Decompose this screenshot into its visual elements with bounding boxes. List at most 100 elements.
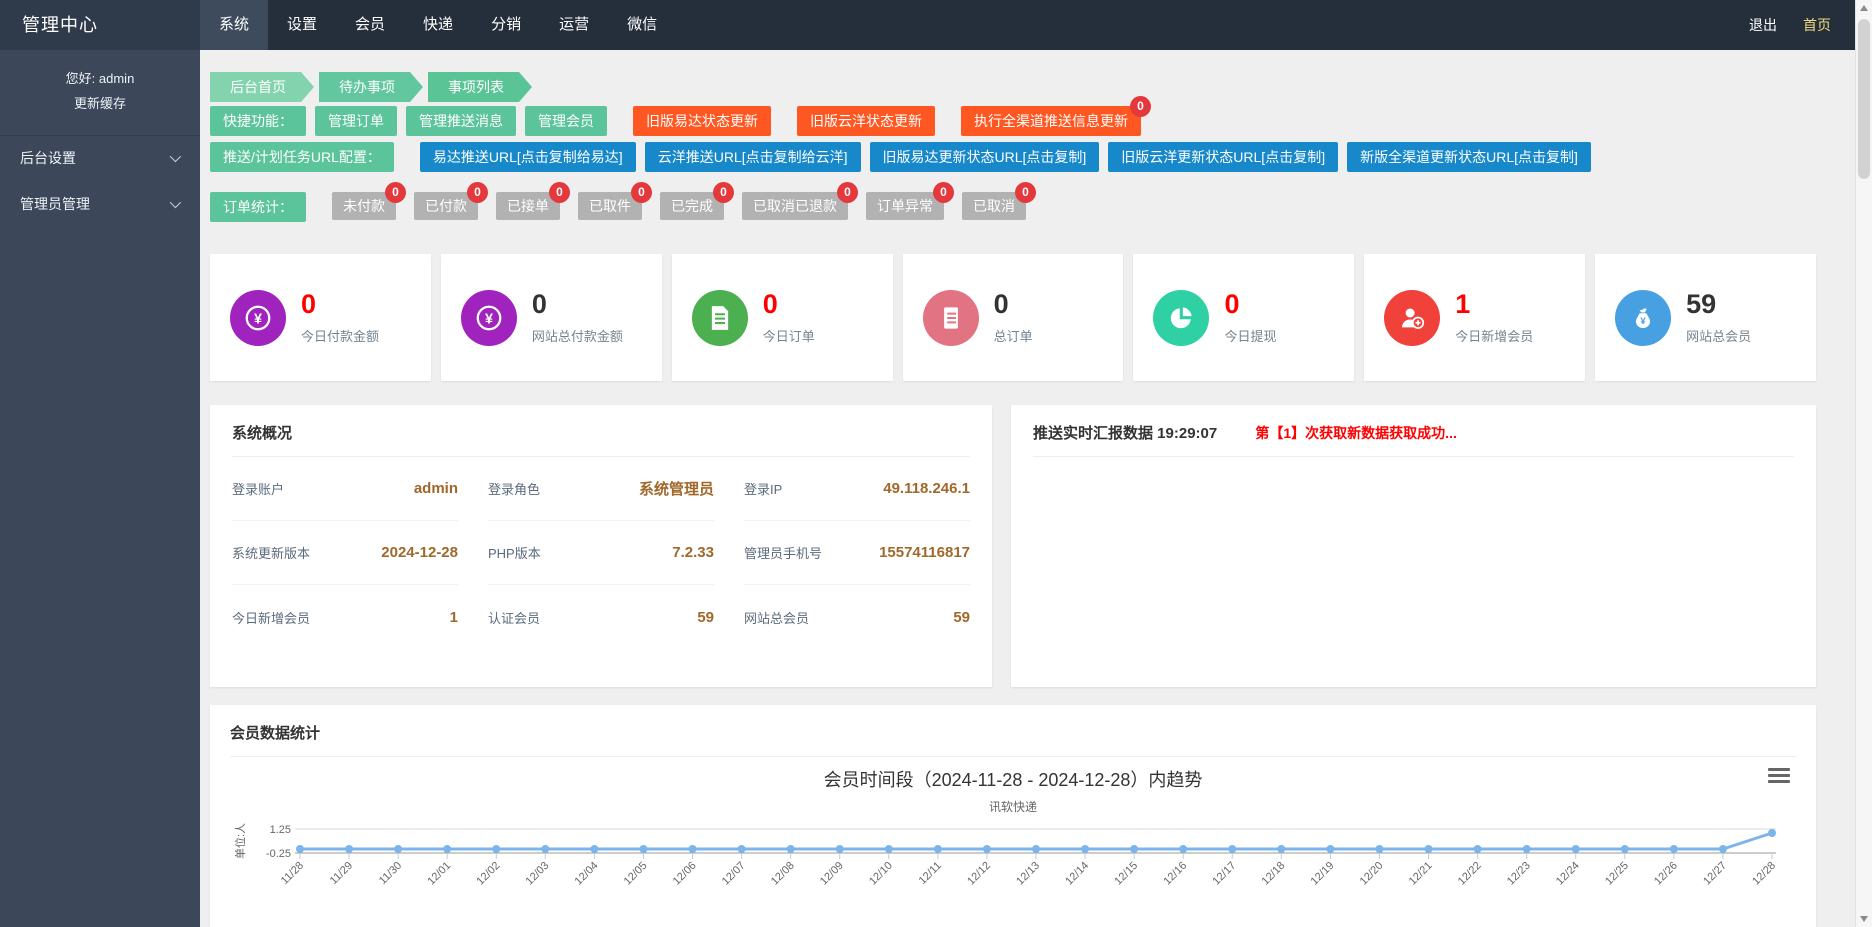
order-chip-completed[interactable]: 已完成 0 (660, 192, 724, 220)
overview-label: 登录IP (744, 479, 782, 498)
sidebar-item-label: 后台设置 (20, 148, 76, 168)
overview-login-role: 登录角色 系统管理员 (488, 457, 714, 521)
breadcrumb-list[interactable]: 事项列表 (428, 72, 532, 102)
order-chip-accepted[interactable]: 已接单 0 (496, 192, 560, 220)
svg-text:11/30: 11/30 (377, 860, 404, 887)
topbar: 管理中心 系统 设置 会员 快递 分销 运营 微信 退出 首页 (0, 0, 1872, 50)
svg-text:12/25: 12/25 (1603, 860, 1631, 888)
breadcrumb-todo[interactable]: 待办事项 (319, 72, 423, 102)
chip-label: 已取消已退款 (753, 198, 837, 214)
svg-text:12/28: 12/28 (1750, 860, 1778, 888)
stat-card-total-payment: ¥ 0 网站总付款金额 (441, 254, 662, 381)
old-yunyang-status-update-button[interactable]: 旧版云洋状态更新 (797, 106, 935, 136)
svg-text:12/20: 12/20 (1358, 860, 1386, 888)
svg-text:12/24: 12/24 (1554, 860, 1582, 888)
yida-push-url-button[interactable]: 易达推送URL[点击复制给易达] (420, 142, 636, 172)
overview-label: 系统更新版本 (232, 543, 310, 562)
order-chip-unpaid[interactable]: 未付款 0 (332, 192, 396, 220)
stat-card-label: 今日提现 (1224, 326, 1276, 345)
old-yida-status-update-button[interactable]: 旧版易达状态更新 (633, 106, 771, 136)
manage-push-messages-button[interactable]: 管理推送消息 (406, 106, 516, 136)
logout-link[interactable]: 退出 (1736, 0, 1790, 50)
top-navigation: 系统 设置 会员 快递 分销 运营 微信 (200, 0, 676, 50)
sidebar-item-backend-settings[interactable]: 后台设置 (0, 136, 200, 182)
svg-text:¥: ¥ (1641, 315, 1647, 325)
order-chip-cancelled-refunded[interactable]: 已取消已退款 0 (742, 192, 848, 220)
stat-card-label: 网站总会员 (1686, 326, 1751, 345)
button-label: 执行全渠道推送信息更新 (974, 113, 1128, 129)
all-channel-push-update-button[interactable]: 执行全渠道推送信息更新 0 (961, 106, 1141, 136)
stat-card-label: 网站总付款金额 (532, 326, 623, 345)
manage-orders-button[interactable]: 管理订单 (315, 106, 397, 136)
svg-text:12/22: 12/22 (1456, 860, 1484, 888)
stat-card-total-members: ¥ 59 网站总会员 (1595, 254, 1816, 381)
nav-item-operation[interactable]: 运营 (540, 0, 608, 50)
order-chip-abnormal[interactable]: 订单异常 0 (866, 192, 944, 220)
overview-value: 49.118.246.1 (883, 480, 970, 497)
stat-card-today-payment: ¥ 0 今日付款金额 (210, 254, 431, 381)
stat-card-value: 0 (994, 290, 1033, 320)
nav-item-settings[interactable]: 设置 (268, 0, 336, 50)
chip-label: 已接单 (507, 198, 549, 214)
stat-card-value: 0 (1224, 290, 1276, 320)
stat-card-value: 59 (1686, 290, 1751, 320)
svg-text:12/12: 12/12 (965, 860, 993, 888)
overview-label: 登录角色 (488, 479, 540, 498)
svg-text:11/29: 11/29 (328, 860, 355, 887)
yunyang-push-url-button[interactable]: 云洋推送URL[点击复制给云洋] (645, 142, 861, 172)
svg-text:¥: ¥ (485, 311, 493, 327)
svg-text:12/08: 12/08 (769, 860, 797, 888)
count-badge: 0 (837, 182, 858, 203)
count-badge: 0 (1015, 182, 1036, 203)
scroll-down-arrow-icon[interactable] (1860, 916, 1868, 922)
trend-line-plot: 1.25-0.25单位:人11/2811/2911/3012/0112/0212… (230, 814, 1796, 914)
system-overview-panel: 系统概况 登录账户 admin 登录角色 系统管理员 登录IP 49.118.2… (210, 405, 992, 687)
order-stats-label: 订单统计： (210, 192, 306, 222)
nav-item-distribution[interactable]: 分销 (472, 0, 540, 50)
scroll-up-arrow-icon[interactable] (1860, 5, 1868, 11)
order-chip-paid[interactable]: 已付款 0 (414, 192, 478, 220)
page-scrollbar[interactable] (1855, 0, 1872, 927)
stat-card-label: 今日付款金额 (301, 326, 379, 345)
nav-item-wechat[interactable]: 微信 (608, 0, 676, 50)
nav-item-express[interactable]: 快递 (404, 0, 472, 50)
scrollbar-thumb[interactable] (1858, 19, 1870, 179)
overview-label: 网站总会员 (744, 608, 809, 627)
stat-card-label: 总订单 (994, 326, 1033, 345)
manage-members-button[interactable]: 管理会员 (525, 106, 607, 136)
svg-text:单位:人: 单位:人 (233, 823, 247, 859)
chart-menu-icon[interactable] (1768, 768, 1790, 786)
svg-text:12/09: 12/09 (818, 860, 846, 888)
overview-label: 今日新增会员 (232, 608, 310, 627)
sidebar-item-admin-management[interactable]: 管理员管理 (0, 182, 200, 228)
user-add-icon (1384, 290, 1440, 346)
old-yunyang-status-url-button[interactable]: 旧版云洋更新状态URL[点击复制] (1108, 142, 1338, 172)
overview-today-new-members: 今日新增会员 1 (232, 585, 458, 649)
breadcrumb-home[interactable]: 后台首页 (210, 72, 314, 102)
stat-card-value: 0 (301, 290, 379, 320)
svg-text:12/16: 12/16 (1161, 860, 1189, 888)
chevron-down-icon (170, 151, 181, 162)
main-content: 后台首页 待办事项 事项列表 快捷功能： 管理订单 管理推送消息 管理会员 旧版… (200, 50, 1855, 927)
svg-text:12/15: 12/15 (1112, 860, 1140, 888)
chip-label: 已取件 (589, 198, 631, 214)
stat-cards-row: ¥ 0 今日付款金额 ¥ 0 网站总付款金额 (210, 254, 1816, 381)
old-yida-status-url-button[interactable]: 旧版易达更新状态URL[点击复制] (870, 142, 1100, 172)
overview-login-account: 登录账户 admin (232, 457, 458, 521)
svg-text:12/18: 12/18 (1260, 860, 1288, 888)
svg-text:12/04: 12/04 (573, 860, 601, 888)
svg-text:12/23: 12/23 (1505, 860, 1533, 888)
new-all-channel-status-url-button[interactable]: 新版全渠道更新状态URL[点击复制] (1347, 142, 1591, 172)
nav-item-system[interactable]: 系统 (200, 0, 268, 50)
refresh-cache-link[interactable]: 更新缓存 (0, 91, 200, 116)
order-chip-cancelled[interactable]: 已取消 0 (962, 192, 1026, 220)
nav-item-members[interactable]: 会员 (336, 0, 404, 50)
stat-card-value: 1 (1455, 290, 1533, 320)
svg-text:¥: ¥ (254, 311, 262, 327)
home-link[interactable]: 首页 (1790, 0, 1844, 50)
overview-value: 15574116817 (879, 544, 970, 561)
quick-actions-row: 快捷功能： 管理订单 管理推送消息 管理会员 旧版易达状态更新 旧版云洋状态更新… (210, 106, 1816, 136)
svg-text:12/13: 12/13 (1014, 860, 1042, 888)
order-chip-picked[interactable]: 已取件 0 (578, 192, 642, 220)
overview-value: 1 (450, 609, 458, 626)
